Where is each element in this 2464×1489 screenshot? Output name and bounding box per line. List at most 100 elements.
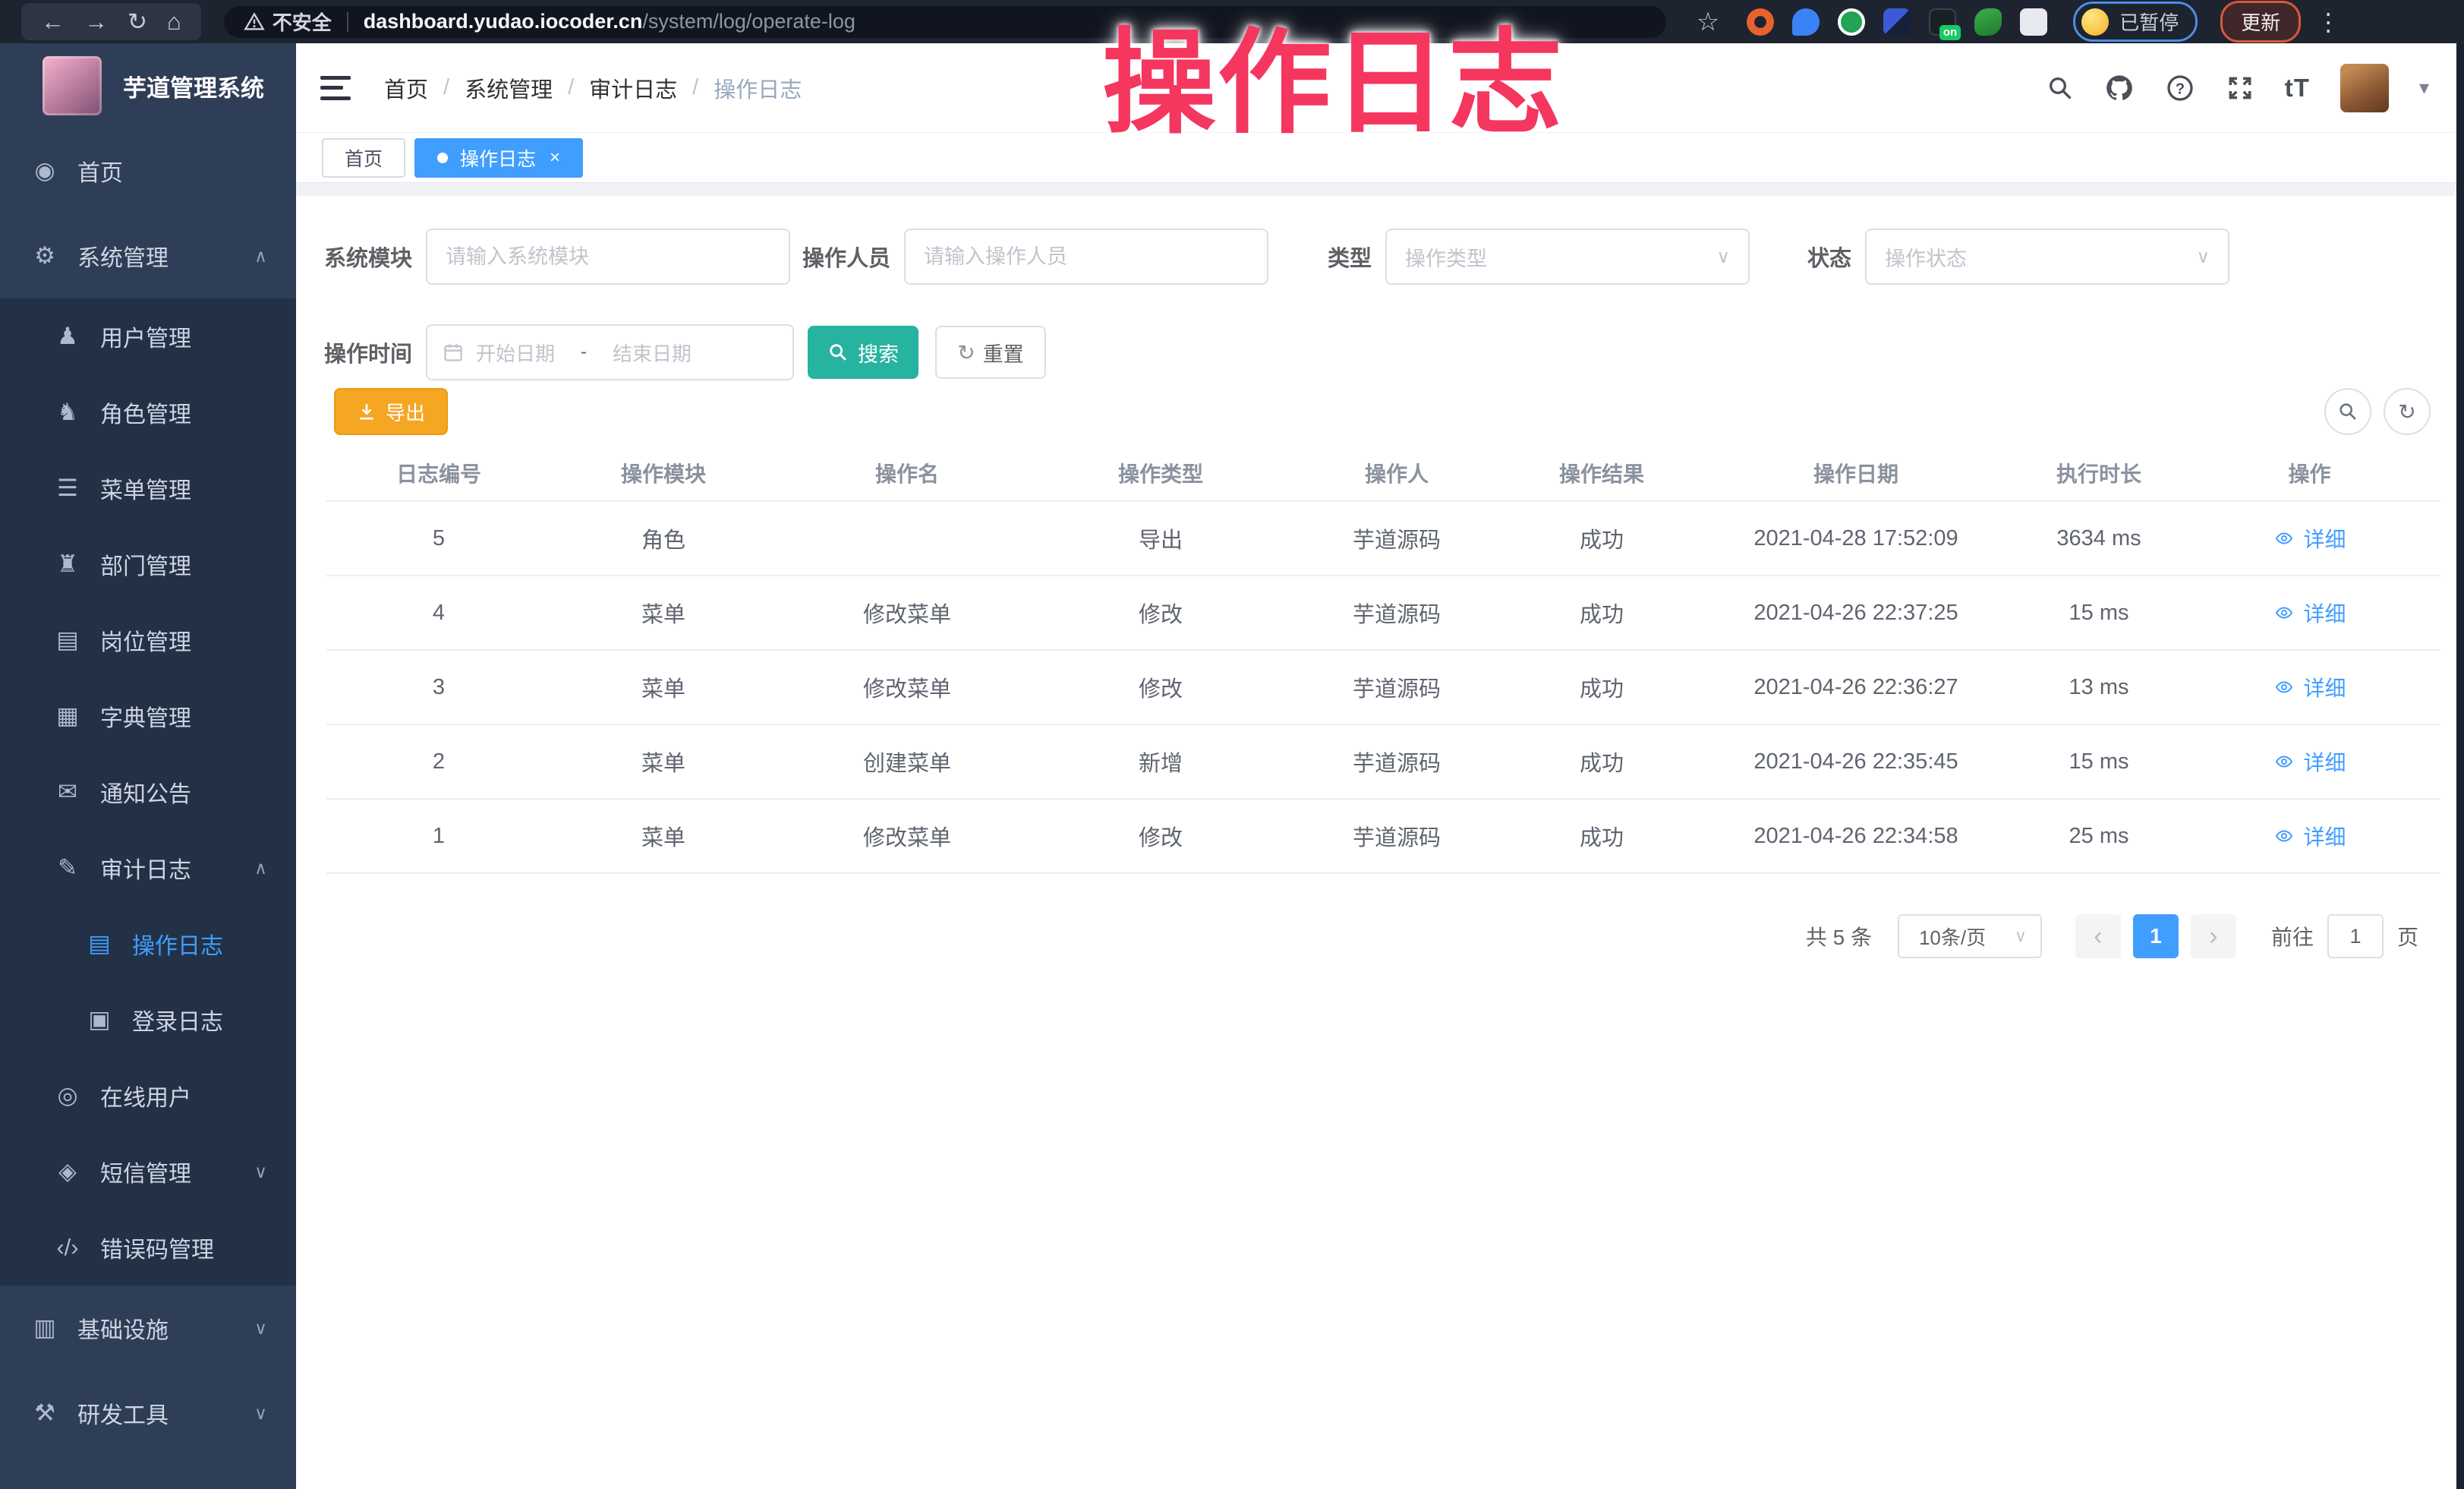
sidebar-item-error-code-mgmt[interactable]: ‹/›错误码管理 (0, 1210, 296, 1286)
extension-blue-gem-icon[interactable] (1883, 8, 1911, 36)
extension-orange-ring-icon[interactable] (1747, 8, 1774, 36)
chevron-down-icon: ∨ (254, 1318, 267, 1339)
bookmark-star-icon[interactable]: ☆ (1697, 7, 1719, 37)
breadcrumb: 首页/系统管理/审计日志/操作日志 (384, 72, 802, 104)
sidebar-item-dev-tools[interactable]: ⚒研发工具∨ (0, 1371, 296, 1456)
status-select-placeholder: 操作状态 (1885, 242, 1967, 272)
help-icon[interactable]: ? (2165, 73, 2195, 103)
status-select[interactable]: 操作状态 ∨ (1865, 229, 2229, 285)
sidebar-item-dict-mgmt[interactable]: ▦字典管理 (0, 678, 296, 754)
sidebar-item-label: 操作日志 (132, 927, 223, 961)
extension-green-circle-icon[interactable] (1838, 8, 1865, 36)
fullscreen-icon[interactable] (2226, 74, 2254, 103)
sidebar-item-operate-log[interactable]: ▤操作日志 (0, 906, 296, 982)
detail-link[interactable]: 详细 (2273, 821, 2346, 851)
app-logo-row[interactable]: 芋道管理系统 (0, 43, 296, 128)
table-row[interactable]: 3 菜单 修改菜单 修改 芋道源码 成功 2021-04-26 22:36:27… (326, 650, 2440, 724)
forward-icon[interactable]: → (84, 10, 108, 33)
extension-blue-pin-icon[interactable] (1792, 8, 1820, 36)
extension-green-leaf-icon[interactable] (1974, 8, 2002, 36)
collapse-sidebar-icon[interactable] (320, 76, 351, 100)
tab-label: 操作日志 (460, 144, 536, 172)
header-actions: ? tT ▾ (2047, 64, 2429, 112)
operator-label: 操作人员 (802, 241, 890, 273)
next-page-button[interactable]: › (2191, 914, 2236, 958)
tab-operate-log[interactable]: 操作日志 × (414, 138, 583, 178)
end-date-placeholder: 结束日期 (613, 339, 692, 367)
breadcrumb-separator: / (568, 75, 574, 100)
detail-link[interactable]: 详细 (2273, 746, 2346, 777)
paused-profile-pill[interactable]: 已暂停 (2073, 2, 2198, 42)
page-size-select[interactable]: 10条/页 ∨ (1898, 914, 2042, 958)
table-row[interactable]: 4 菜单 修改菜单 修改 芋道源码 成功 2021-04-26 22:37:25… (326, 576, 2440, 650)
sidebar-item-notice[interactable]: ✉通知公告 (0, 754, 296, 830)
sidebar-item-label: 角色管理 (100, 396, 191, 429)
back-icon[interactable]: ← (41, 10, 65, 33)
window-scrollbar[interactable] (2456, 43, 2464, 1489)
home-icon[interactable]: ⌂ (167, 10, 181, 33)
sidebar-item-online-user[interactable]: ◎在线用户 (0, 1058, 296, 1134)
breadcrumb-item[interactable]: 系统管理 (465, 72, 553, 104)
sidebar-item-home[interactable]: ◉首页 (0, 128, 296, 213)
prev-page-button[interactable]: ‹ (2075, 914, 2121, 958)
toggle-search-button[interactable] (2324, 388, 2371, 435)
user-avatar[interactable] (2340, 64, 2389, 112)
extensions-puzzle-icon[interactable] (2020, 8, 2047, 36)
chevron-right-icon: › (2209, 922, 2217, 951)
emoji-avatar-icon (2081, 8, 2109, 36)
browser-menu-icon[interactable]: ⋮ (2316, 8, 2340, 36)
main-content: 系统模块 操作人员 类型 操作类型 ∨ 状态 操作状态 ∨ 操作时间 开始日期 … (296, 183, 2456, 1489)
code-icon: ‹/› (50, 1234, 85, 1261)
security-warning[interactable]: 不安全 (244, 8, 332, 36)
current-page-button[interactable]: 1 (2133, 914, 2179, 958)
table-row[interactable]: 2 菜单 创建菜单 新增 芋道源码 成功 2021-04-26 22:35:45… (326, 724, 2440, 799)
breadcrumb-item[interactable]: 首页 (384, 72, 428, 104)
sidebar-item-system-mgmt[interactable]: ⚙系统管理∧ (0, 213, 296, 298)
detail-link[interactable]: 详细 (2273, 523, 2346, 554)
sidebar-item-audit-log[interactable]: ✎审计日志∧ (0, 830, 296, 906)
svg-text:?: ? (2176, 80, 2185, 97)
filter-row-1: 系统模块 操作人员 类型 操作类型 ∨ 状态 操作状态 ∨ (324, 229, 2229, 285)
search-button[interactable]: 搜索 (808, 326, 918, 379)
avatar-caret-down-icon[interactable]: ▾ (2419, 76, 2429, 99)
sidebar-item-sms-mgmt[interactable]: ◈短信管理∨ (0, 1134, 296, 1210)
goto-page-input[interactable] (2327, 914, 2384, 958)
column-header: 操作日期 (1693, 445, 2019, 501)
sidebar-item-login-log[interactable]: ▣登录日志 (0, 982, 296, 1058)
sidebar-item-post-mgmt[interactable]: ▤岗位管理 (0, 602, 296, 678)
sidebar-item-role-mgmt[interactable]: ♞角色管理 (0, 374, 296, 450)
security-warning-label: 不安全 (273, 8, 332, 36)
sidebar-item-dept-mgmt[interactable]: ♜部门管理 (0, 526, 296, 602)
breadcrumb-item[interactable]: 审计日志 (589, 72, 677, 104)
extension-switch-icon[interactable]: on (1929, 8, 1956, 36)
refresh-table-button[interactable]: ↻ (2384, 388, 2431, 435)
sidebar-item-user-mgmt[interactable]: ♟用户管理 (0, 298, 296, 374)
chevron-down-icon: ∨ (2196, 246, 2210, 268)
export-button[interactable]: 导出 (334, 388, 448, 435)
table-row[interactable]: 1 菜单 修改菜单 修改 芋道源码 成功 2021-04-26 22:34:58… (326, 799, 2440, 873)
edit-log-icon: ✎ (50, 854, 85, 882)
reload-icon[interactable]: ↻ (128, 10, 147, 33)
breadcrumb-item: 操作日志 (714, 72, 802, 104)
detail-link[interactable]: 详细 (2273, 672, 2346, 702)
tab-home[interactable]: 首页 (322, 138, 405, 178)
table-row[interactable]: 5 角色 导出 芋道源码 成功 2021-04-28 17:52:09 3634… (326, 501, 2440, 576)
warning-triangle-icon (244, 11, 265, 33)
type-select[interactable]: 操作类型 ∨ (1385, 229, 1750, 285)
reset-button[interactable]: ↻ 重置 (935, 326, 1046, 379)
font-size-icon[interactable]: tT (2285, 74, 2310, 103)
sidebar-item-menu-mgmt[interactable]: ☰菜单管理 (0, 450, 296, 526)
sidebar-item-infrastructure[interactable]: ▥基础设施∨ (0, 1286, 296, 1371)
date-range-picker[interactable]: 开始日期 - 结束日期 (426, 324, 794, 380)
search-icon[interactable] (2047, 74, 2074, 102)
chevron-down-icon: ∨ (254, 1162, 267, 1182)
table-toolbar: 导出 ↻ (334, 388, 2431, 435)
detail-link[interactable]: 详细 (2273, 598, 2346, 628)
close-tab-icon[interactable]: × (550, 149, 560, 167)
total-count: 共 5 条 (1806, 921, 1872, 951)
breadcrumb-separator: / (443, 75, 449, 100)
github-icon[interactable] (2104, 73, 2135, 103)
operator-input[interactable] (904, 229, 1268, 285)
module-input[interactable] (426, 229, 790, 285)
browser-update-button[interactable]: 更新 (2220, 1, 2301, 43)
